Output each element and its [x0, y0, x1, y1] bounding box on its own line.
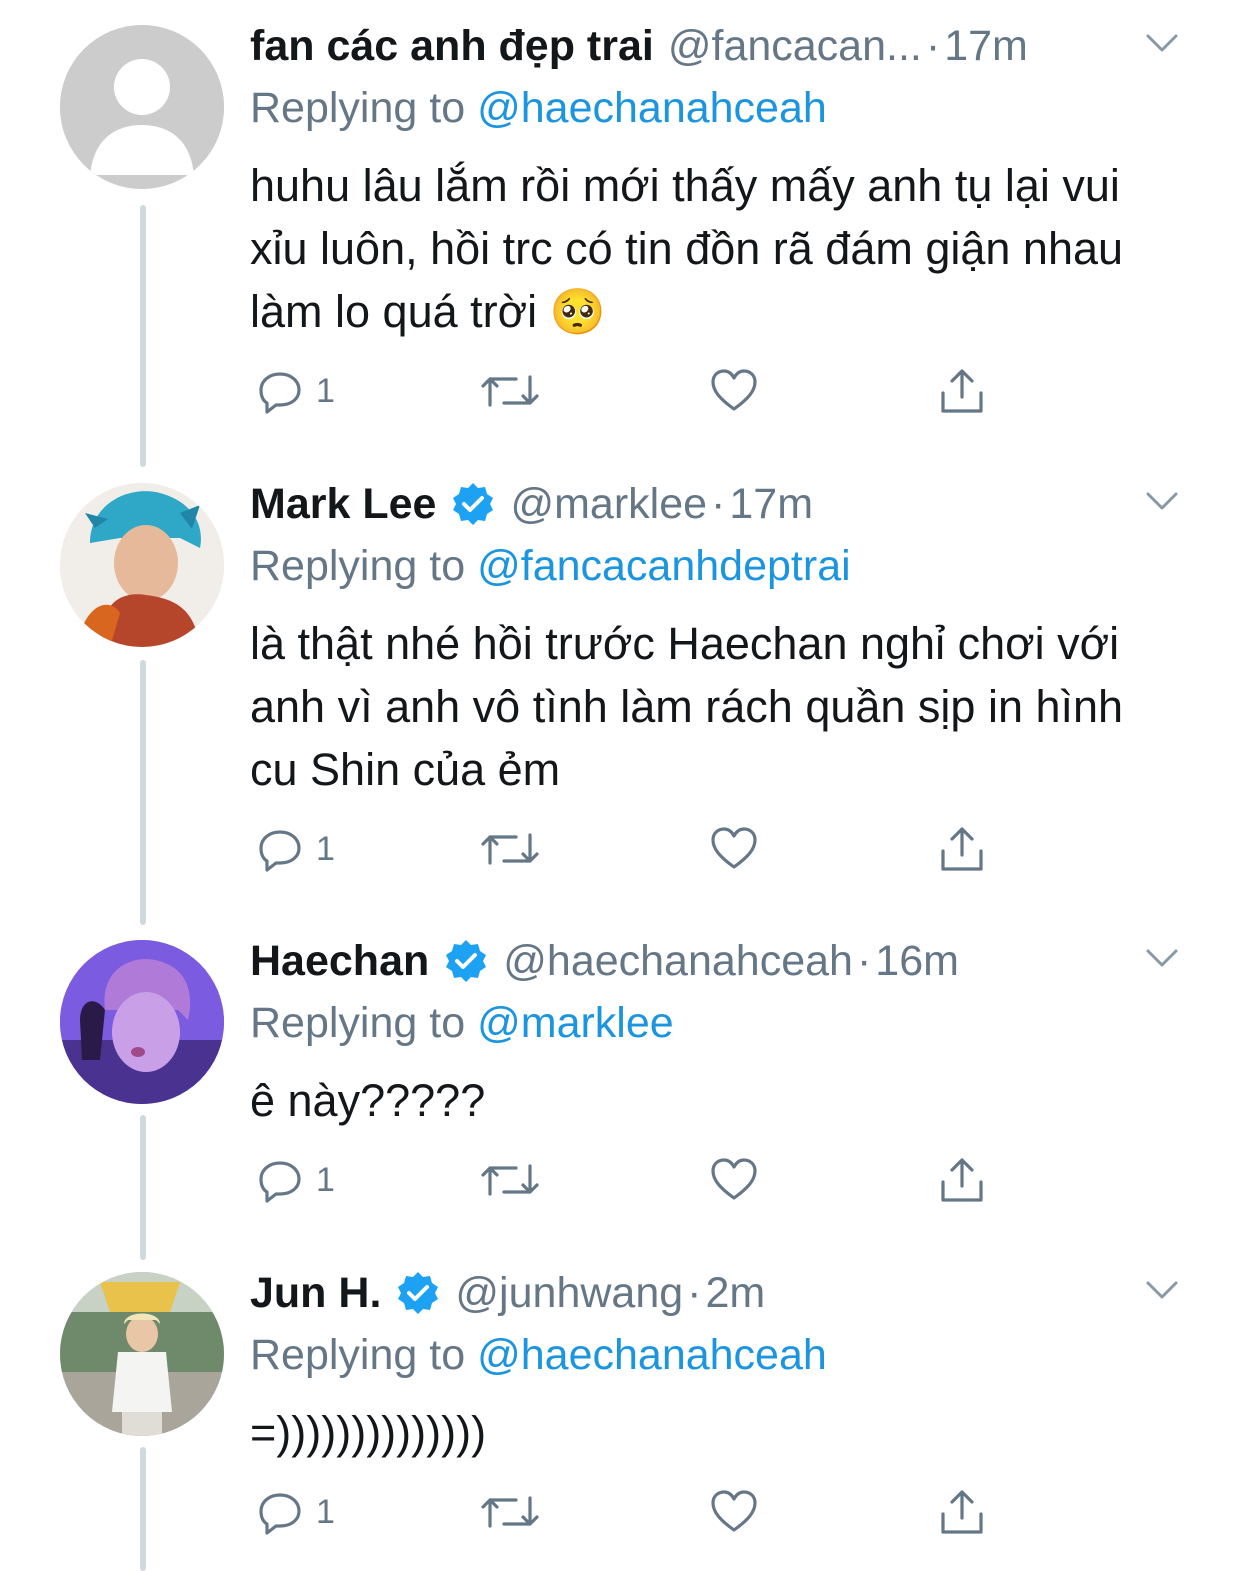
separator: ·: [711, 480, 726, 528]
share-icon: [941, 369, 983, 413]
chevron-down-icon[interactable]: [1142, 28, 1182, 58]
tweet-header: Jun H. @junhwang · 2m: [250, 1267, 1182, 1319]
display-name[interactable]: fan các anh đẹp trai: [250, 20, 654, 72]
reply-icon: [259, 1493, 301, 1535]
replying-label: Replying to: [250, 1331, 466, 1379]
profile-photo: [60, 1272, 224, 1436]
tweet-text: ê này?????: [250, 1075, 486, 1126]
reply-count: 1: [316, 371, 335, 410]
tweet-actions: 1: [250, 825, 1182, 885]
avatar[interactable]: [60, 25, 224, 189]
username[interactable]: @fancacan...: [668, 20, 922, 72]
username[interactable]: @marklee: [510, 478, 707, 530]
timestamp[interactable]: 2m: [705, 1267, 765, 1319]
tweet-actions: 1: [250, 1488, 1182, 1548]
pleading-face-emoji: 🥺: [549, 286, 606, 337]
retweet-button[interactable]: [480, 825, 540, 873]
separator: ·: [856, 937, 872, 985]
reply-count: 1: [316, 1492, 335, 1531]
chevron-down-icon[interactable]: [1142, 943, 1182, 973]
username[interactable]: @haechanahceah: [503, 935, 853, 987]
conversation-thread: fan các anh đẹp trai @fancacan... · 17m …: [0, 0, 1242, 1571]
retweet-icon: [481, 1164, 539, 1196]
tweet-actions: 1: [250, 1156, 1182, 1216]
tweet-text-content: huhu lâu lắm rồi mới thấy mấy anh tụ lại…: [250, 160, 1124, 337]
display-name[interactable]: Mark Lee: [250, 478, 436, 530]
reply-icon: [259, 372, 301, 414]
profile-photo: [60, 940, 224, 1104]
reply-button[interactable]: 1: [256, 1488, 335, 1536]
like-button[interactable]: [710, 367, 758, 415]
reply-count: 1: [316, 829, 335, 868]
verified-badge-icon: [398, 1272, 439, 1314]
timestamp[interactable]: 16m: [875, 935, 959, 987]
share-icon: [941, 1158, 983, 1202]
retweet-icon: [481, 375, 539, 407]
like-button[interactable]: [710, 825, 758, 873]
reply-button[interactable]: 1: [256, 825, 335, 873]
replying-to: Replying to @haechanahceah: [250, 82, 1182, 134]
replying-to: Replying to @fancacanhdeptrai: [250, 540, 1182, 592]
display-name[interactable]: Jun H.: [250, 1267, 381, 1319]
tweet-actions: 1: [250, 367, 1182, 427]
like-button[interactable]: [710, 1488, 758, 1536]
mention-link[interactable]: @haechanahceah: [477, 1331, 827, 1379]
separator: ·: [687, 1269, 702, 1317]
heart-icon: [711, 827, 757, 869]
share-button[interactable]: [938, 825, 986, 873]
share-button[interactable]: [938, 367, 986, 415]
retweet-icon: [481, 1496, 539, 1528]
share-button[interactable]: [938, 1156, 986, 1204]
timestamp[interactable]: 17m: [944, 20, 1028, 72]
heart-icon: [711, 369, 757, 411]
avatar[interactable]: [60, 483, 224, 647]
reply-icon: [259, 1161, 301, 1203]
tweet-text: huhu lâu lắm rồi mới thấy mấy anh tụ lại…: [250, 154, 1182, 343]
replying-to: Replying to @haechanahceah: [250, 1329, 1182, 1381]
reply-button[interactable]: 1: [256, 1156, 335, 1204]
avatar[interactable]: [60, 940, 224, 1104]
separator: ·: [925, 22, 941, 70]
verified-badge-icon: [453, 483, 494, 525]
replying-label: Replying to: [250, 542, 466, 590]
tweet-header: Haechan @haechanahceah · 16m: [250, 935, 1182, 987]
reply-count: 1: [316, 1160, 335, 1199]
display-name[interactable]: Haechan: [250, 935, 429, 987]
retweet-button[interactable]: [480, 1488, 540, 1536]
share-button[interactable]: [938, 1488, 986, 1536]
replying-label: Replying to: [250, 84, 466, 132]
tweet-text: =)))))))))))))): [250, 1407, 487, 1458]
chevron-down-icon[interactable]: [1142, 486, 1182, 516]
mention-link[interactable]: @marklee: [477, 999, 674, 1047]
profile-photo: [60, 483, 224, 647]
thread-line: [140, 205, 146, 467]
tweet-header: fan các anh đẹp trai @fancacan... · 17m: [250, 20, 1182, 72]
verified-badge-icon: [446, 940, 487, 982]
mention-link[interactable]: @fancacanhdeptrai: [477, 542, 851, 590]
timestamp[interactable]: 17m: [729, 478, 813, 530]
share-icon: [941, 827, 983, 871]
heart-icon: [711, 1490, 757, 1532]
retweet-icon: [481, 833, 539, 865]
retweet-button[interactable]: [480, 367, 540, 415]
thread-line: [140, 1115, 146, 1260]
thread-line: [140, 660, 146, 925]
share-icon: [941, 1490, 983, 1534]
reply-button[interactable]: 1: [256, 367, 335, 415]
chevron-down-icon[interactable]: [1142, 1275, 1182, 1305]
heart-icon: [711, 1158, 757, 1200]
avatar[interactable]: [60, 1272, 224, 1436]
reply-icon: [259, 830, 301, 872]
tweet-header: Mark Lee @marklee · 17m: [250, 478, 1182, 530]
default-profile-icon: [60, 25, 224, 189]
thread-line: [140, 1447, 146, 1571]
username[interactable]: @junhwang: [455, 1267, 683, 1319]
retweet-button[interactable]: [480, 1156, 540, 1204]
tweet-text: là thật nhé hồi trước Haechan nghỉ chơi …: [250, 618, 1124, 795]
like-button[interactable]: [710, 1156, 758, 1204]
mention-link[interactable]: @haechanahceah: [477, 84, 827, 132]
replying-to: Replying to @marklee: [250, 997, 1182, 1049]
replying-label: Replying to: [250, 999, 466, 1047]
